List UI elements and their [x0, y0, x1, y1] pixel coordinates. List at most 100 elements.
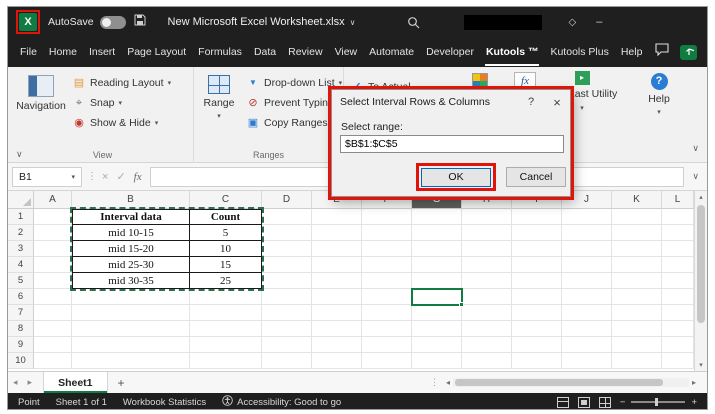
cell-i6[interactable]	[512, 289, 562, 305]
menu-tab-developer[interactable]: Developer	[420, 37, 480, 67]
menu-tab-file[interactable]: File	[14, 37, 43, 67]
cell-a8[interactable]	[34, 321, 72, 337]
row-header-3[interactable]: 3	[8, 241, 34, 257]
cell-a7[interactable]	[34, 305, 72, 321]
cell-j6[interactable]	[562, 289, 612, 305]
chevron-down-icon[interactable]	[16, 149, 23, 160]
collapse-ribbon-icon[interactable]	[692, 143, 699, 154]
page-layout-view-icon[interactable]	[578, 397, 590, 408]
cell-d1[interactable]	[262, 209, 312, 225]
fx-tool-button[interactable]: fx	[514, 72, 536, 90]
cell-a9[interactable]	[34, 337, 72, 353]
cell-g8[interactable]	[412, 321, 462, 337]
cell-d2[interactable]	[262, 225, 312, 241]
select-range-input[interactable]	[340, 135, 564, 153]
ribbon-item-reading-layout[interactable]: Reading Layout	[72, 74, 171, 91]
menu-tab-formulas[interactable]: Formulas	[192, 37, 248, 67]
menu-tab-insert[interactable]: Insert	[83, 37, 121, 67]
search-icon[interactable]	[407, 16, 420, 29]
normal-view-icon[interactable]	[557, 397, 569, 408]
cell-b4[interactable]: mid 25-30	[72, 257, 190, 273]
cell-i2[interactable]	[512, 225, 562, 241]
cell-i9[interactable]	[512, 337, 562, 353]
row-header-8[interactable]: 8	[8, 321, 34, 337]
column-header-d[interactable]: D	[262, 191, 312, 209]
cell-h6[interactable]	[462, 289, 512, 305]
row-header-2[interactable]: 2	[8, 225, 34, 241]
cell-j8[interactable]	[562, 321, 612, 337]
cell-b3[interactable]: mid 15-20	[72, 241, 190, 257]
cell-f1[interactable]	[362, 209, 412, 225]
column-header-b[interactable]: B	[72, 191, 190, 209]
zoom-slider[interactable]	[631, 401, 685, 403]
scroll-right-icon[interactable]	[689, 378, 699, 387]
cell-e7[interactable]	[312, 305, 362, 321]
cell-a2[interactable]	[34, 225, 72, 241]
cell-k1[interactable]	[612, 209, 662, 225]
dialog-close-icon[interactable]	[544, 95, 570, 110]
column-header-c[interactable]: C	[190, 191, 262, 209]
cell-e3[interactable]	[312, 241, 362, 257]
cell-k5[interactable]	[612, 273, 662, 289]
cell-c4[interactable]: 15	[190, 257, 262, 273]
cell-d10[interactable]	[262, 353, 312, 369]
row-header-5[interactable]: 5	[8, 273, 34, 289]
cell-i3[interactable]	[512, 241, 562, 257]
cell-c9[interactable]	[190, 337, 262, 353]
cell-i10[interactable]	[512, 353, 562, 369]
save-icon[interactable]	[134, 13, 146, 31]
name-box[interactable]: B1	[12, 167, 82, 187]
row-header-1[interactable]: 1	[8, 209, 34, 225]
cell-e10[interactable]	[312, 353, 362, 369]
ribbon-item-show-hide[interactable]: Show & Hide	[72, 114, 171, 131]
ribbon-item-copy-ranges[interactable]: Copy Ranges	[246, 114, 342, 131]
cell-g6[interactable]	[412, 289, 462, 305]
cell-h8[interactable]	[462, 321, 512, 337]
help-button[interactable]: Help	[636, 73, 682, 116]
menu-tab-kutools[interactable]: Kutools ™	[480, 37, 545, 67]
menu-tab-help[interactable]: Help	[615, 37, 649, 67]
cell-b8[interactable]	[72, 321, 190, 337]
menu-tab-home[interactable]: Home	[43, 37, 83, 67]
cell-c3[interactable]: 10	[190, 241, 262, 257]
cancel-entry-icon[interactable]	[102, 171, 108, 183]
cell-d4[interactable]	[262, 257, 312, 273]
cell-g9[interactable]	[412, 337, 462, 353]
zoom-slider-knob[interactable]	[655, 398, 658, 406]
cell-b9[interactable]	[72, 337, 190, 353]
colored-grid-icon[interactable]	[472, 73, 488, 89]
confirm-entry-icon[interactable]	[116, 170, 125, 183]
autosave-toggle[interactable]	[100, 16, 126, 29]
cell-a4[interactable]	[34, 257, 72, 273]
accessibility-status[interactable]: Accessibility: Good to go	[222, 395, 341, 409]
cell-k6[interactable]	[612, 289, 662, 305]
diamond-icon[interactable]	[568, 17, 576, 28]
ribbon-item-drop-down-list[interactable]: Drop-down List	[246, 74, 342, 91]
menu-tab-review[interactable]: Review	[282, 37, 328, 67]
cell-k7[interactable]	[612, 305, 662, 321]
cell-l6[interactable]	[662, 289, 694, 305]
cell-c8[interactable]	[190, 321, 262, 337]
cell-h5[interactable]	[462, 273, 512, 289]
cell-e9[interactable]	[312, 337, 362, 353]
select-all-corner[interactable]	[8, 191, 34, 209]
zoom-in-icon[interactable]	[691, 397, 697, 408]
cell-h7[interactable]	[462, 305, 512, 321]
cell-l8[interactable]	[662, 321, 694, 337]
cell-k8[interactable]	[612, 321, 662, 337]
row-header-6[interactable]: 6	[8, 289, 34, 305]
cell-f2[interactable]	[362, 225, 412, 241]
scroll-down-icon[interactable]	[695, 361, 707, 369]
cell-b1[interactable]: Interval data	[72, 209, 190, 225]
ribbon-item-prevent-typing[interactable]: Prevent Typing	[246, 94, 342, 111]
comments-icon[interactable]	[655, 43, 669, 61]
cell-d3[interactable]	[262, 241, 312, 257]
cell-j2[interactable]	[562, 225, 612, 241]
cell-b5[interactable]: mid 30-35	[72, 273, 190, 289]
cell-e5[interactable]	[312, 273, 362, 289]
ok-button[interactable]: OK	[421, 168, 491, 187]
horizontal-scroll-track[interactable]	[453, 378, 689, 387]
cell-l3[interactable]	[662, 241, 694, 257]
row-header-4[interactable]: 4	[8, 257, 34, 273]
cell-i7[interactable]	[512, 305, 562, 321]
